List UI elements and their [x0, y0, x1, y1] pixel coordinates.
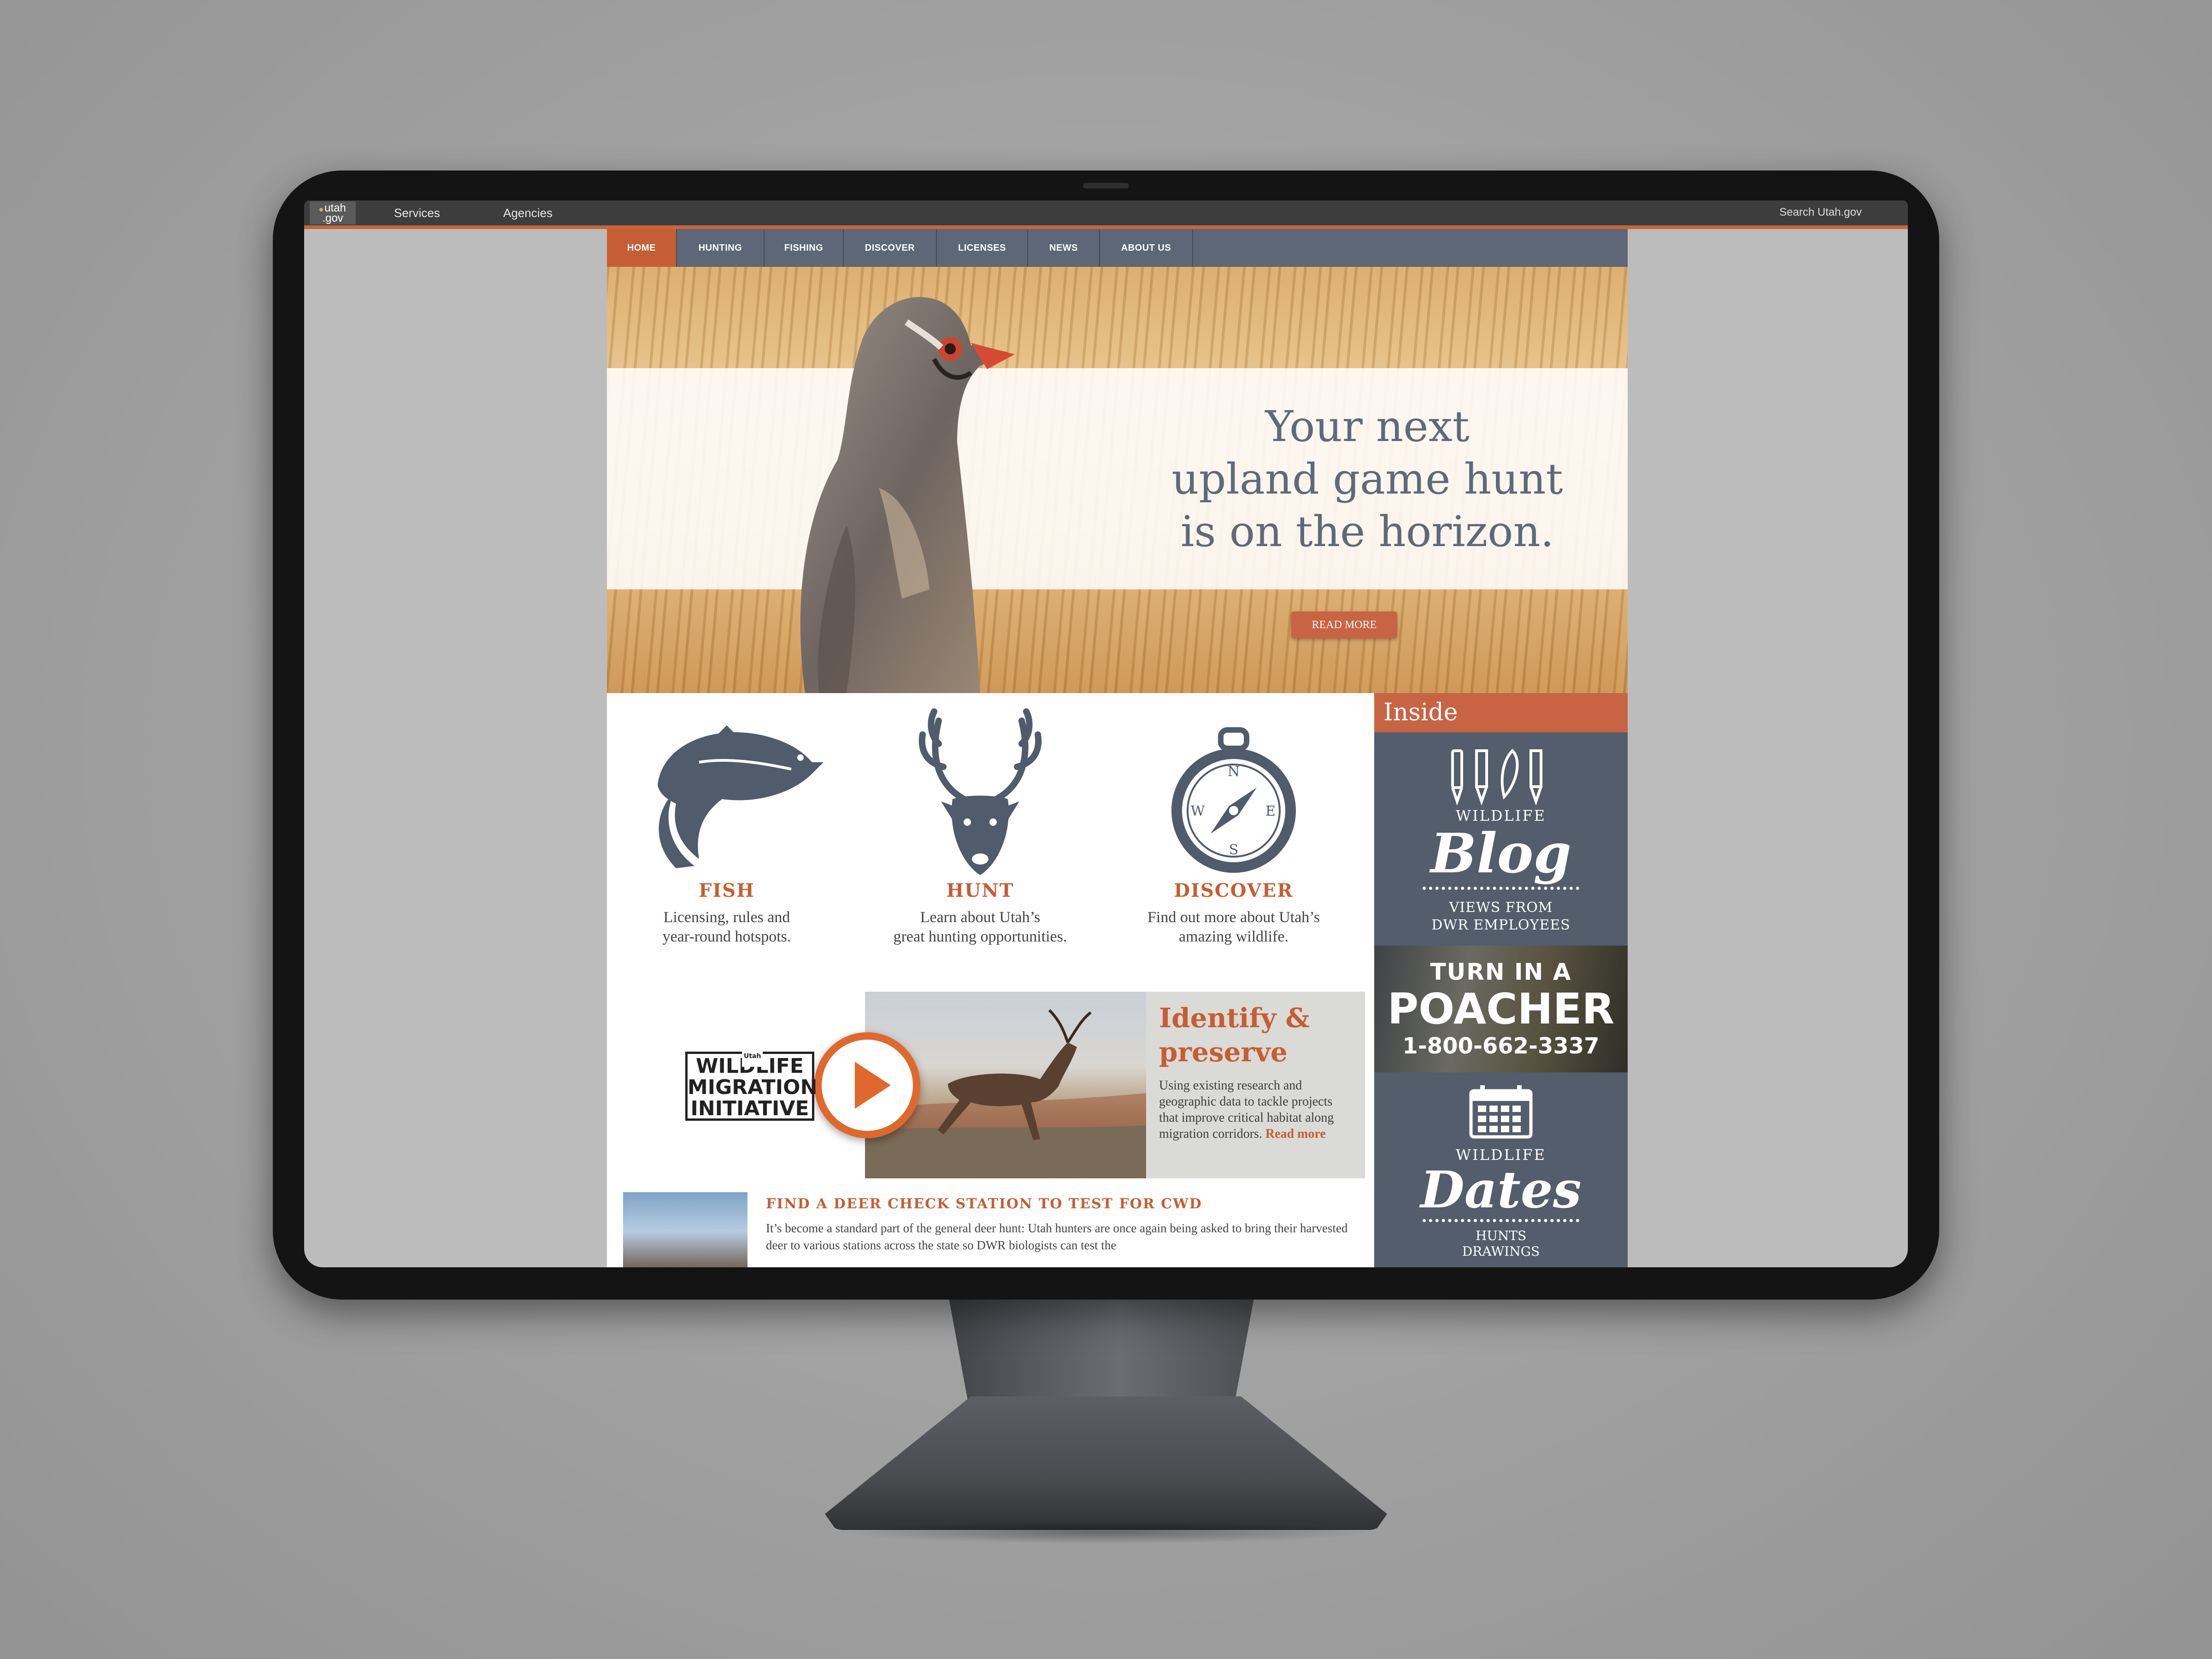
poacher-line-1: TURN IN A	[1430, 959, 1572, 985]
logo-utah-label: Utah	[742, 1046, 763, 1067]
migration-text-panel: Identify & preserve Using existing resear…	[1146, 992, 1365, 1178]
blog-divider	[1423, 887, 1579, 890]
nav-licenses[interactable]: LICENSES	[937, 229, 1028, 267]
migration-initiative-block: Utah WILDLIFE MIGRATION INITIATIVE Ident…	[662, 992, 1365, 1178]
agencies-link[interactable]: Agencies	[503, 206, 553, 220]
deer-head-icon	[918, 708, 1042, 875]
utah-gov-bar: utah .gov Services Agencies Search Utah.…	[304, 200, 1908, 225]
feature-fish-line1: Licensing, rules and	[663, 909, 790, 926]
feature-hunt-line2: great hunting opportunities.	[893, 928, 1067, 945]
header-divider	[304, 225, 1908, 229]
pens-icon	[1451, 748, 1542, 806]
dates-title: Dates	[1420, 1160, 1582, 1219]
dates-sub-1: HUNTS	[1475, 1228, 1527, 1243]
utah-gov-logo[interactable]: utah .gov	[310, 201, 356, 224]
stand-shadow	[839, 1521, 1373, 1544]
trout-icon	[658, 725, 824, 868]
feature-fish-title: FISH	[699, 880, 755, 901]
logo-text-gov: .gov	[322, 212, 343, 224]
compass-icon: N S W E	[1171, 727, 1296, 873]
search-input[interactable]: Search Utah.gov	[1779, 206, 1862, 219]
monitor-stand-base	[825, 1396, 1387, 1530]
migration-heading-1: Identify &	[1159, 1002, 1310, 1034]
logo-line-3: INITIATIVE	[690, 1097, 809, 1120]
migration-heading: Identify & preserve	[1159, 1001, 1352, 1069]
inside-sidebar: Inside WILDLIFE Blog VIEWS FROM DWR EMPL…	[1374, 693, 1628, 1267]
blog-sub-1: VIEWS FROM	[1449, 900, 1553, 916]
feature-hunt-title: HUNT	[946, 880, 1014, 901]
feature-row: FISH Licensing, rules and year-round hots…	[607, 693, 1374, 988]
svg-text:S: S	[1229, 842, 1239, 858]
hero-headline: Your next upland game hunt is on the hor…	[1114, 400, 1621, 558]
hero-line-3: is on the horizon.	[1180, 507, 1554, 556]
main-nav: HOME HUNTING FISHING DISCOVER LICENSES N…	[607, 229, 1628, 267]
migration-heading-2: preserve	[1159, 1036, 1288, 1068]
dates-sub-2: DRAWINGS	[1462, 1244, 1540, 1259]
feature-discover-desc: Find out more about Utah’s amazing wildli…	[1114, 908, 1353, 947]
hero-line-2: upland game hunt	[1171, 454, 1563, 504]
migration-read-more-link[interactable]: Read more	[1265, 1127, 1326, 1141]
wildlife-dates-promo[interactable]: WILDLIFE Dates HUNTS DRAWINGS	[1374, 1072, 1628, 1267]
feature-hunt-line1: Learn about Utah’s	[920, 909, 1041, 926]
feature-fish-desc: Licensing, rules and year-round hotspots.	[607, 908, 847, 947]
screen: utah .gov Services Agencies Search Utah.…	[304, 200, 1908, 1267]
nav-hunting[interactable]: HUNTING	[677, 229, 765, 267]
news-thumbnail[interactable]	[623, 1192, 747, 1267]
logo-dot-icon	[319, 208, 324, 212]
nav-fishing[interactable]: FISHING	[765, 229, 844, 267]
dates-divider	[1423, 1219, 1579, 1222]
logo-line-2: MIGRATION	[688, 1076, 818, 1099]
read-more-button[interactable]: READ MORE	[1291, 612, 1397, 638]
feature-hunt[interactable]: HUNT Learn about Utah’s great hunting opp…	[860, 693, 1100, 947]
feature-discover-title: DISCOVER	[1174, 880, 1294, 901]
feature-fish-line2: year-round hotspots.	[662, 928, 791, 945]
calendar-icon	[1469, 1085, 1533, 1139]
nav-home[interactable]: HOME	[607, 229, 677, 267]
wildlife-blog-promo[interactable]: WILDLIFE Blog VIEWS FROM DWR EMPLOYEES	[1374, 732, 1628, 944]
feature-discover-line1: Find out more about Utah’s	[1147, 909, 1320, 926]
dwr-site: HOME HUNTING FISHING DISCOVER LICENSES N…	[607, 229, 1628, 1267]
feature-fish[interactable]: FISH Licensing, rules and year-round hots…	[607, 693, 847, 947]
inside-heading: Inside	[1374, 693, 1628, 732]
chukar-bird-image	[800, 297, 1015, 693]
migration-initiative-logo: Utah WILDLIFE MIGRATION INITIATIVE	[685, 1046, 818, 1121]
news-title[interactable]: FIND A DEER CHECK STATION TO TEST FOR CW…	[766, 1196, 1202, 1212]
hero-line-1: Your next	[1265, 402, 1470, 451]
poacher-line-2: POACHER	[1387, 984, 1615, 1034]
news-item: FIND A DEER CHECK STATION TO TEST FOR CW…	[623, 1192, 1360, 1267]
monitor-camera	[1083, 183, 1129, 188]
feature-discover-line2: amazing wildlife.	[1179, 928, 1288, 945]
migration-body: Using existing research and geographic d…	[1159, 1077, 1352, 1142]
news-excerpt: It’s become a standard part of the gener…	[766, 1221, 1348, 1252]
turn-in-poacher-promo[interactable]: TURN IN A POACHER 1-800-662-3337	[1374, 946, 1628, 1072]
video-play-button[interactable]	[814, 1032, 920, 1138]
monitor-stand-neck	[947, 1286, 1256, 1406]
blog-sub-2: DWR EMPLOYEES	[1431, 917, 1571, 933]
poacher-phone: 1-800-662-3337	[1402, 1033, 1600, 1059]
nav-news[interactable]: NEWS	[1028, 229, 1100, 267]
dates-subtitle: HUNTS DRAWINGS	[1374, 1228, 1628, 1259]
feature-hunt-desc: Learn about Utah’s great hunting opportun…	[860, 908, 1100, 947]
svg-text:E: E	[1265, 803, 1276, 819]
nav-about-us[interactable]: ABOUT US	[1100, 229, 1193, 267]
svg-text:W: W	[1191, 803, 1205, 819]
blog-title: Blog	[1430, 821, 1571, 885]
feature-discover[interactable]: N S W E DISCOVER Find out more about Uta…	[1114, 693, 1353, 947]
blog-subtitle: VIEWS FROM DWR EMPLOYEES	[1374, 899, 1628, 934]
svg-text:N: N	[1228, 764, 1240, 780]
hero-banner: Your next upland game hunt is on the hor…	[607, 267, 1628, 693]
services-link[interactable]: Services	[394, 206, 440, 220]
nav-discover[interactable]: DISCOVER	[844, 229, 937, 267]
play-icon	[855, 1062, 891, 1109]
